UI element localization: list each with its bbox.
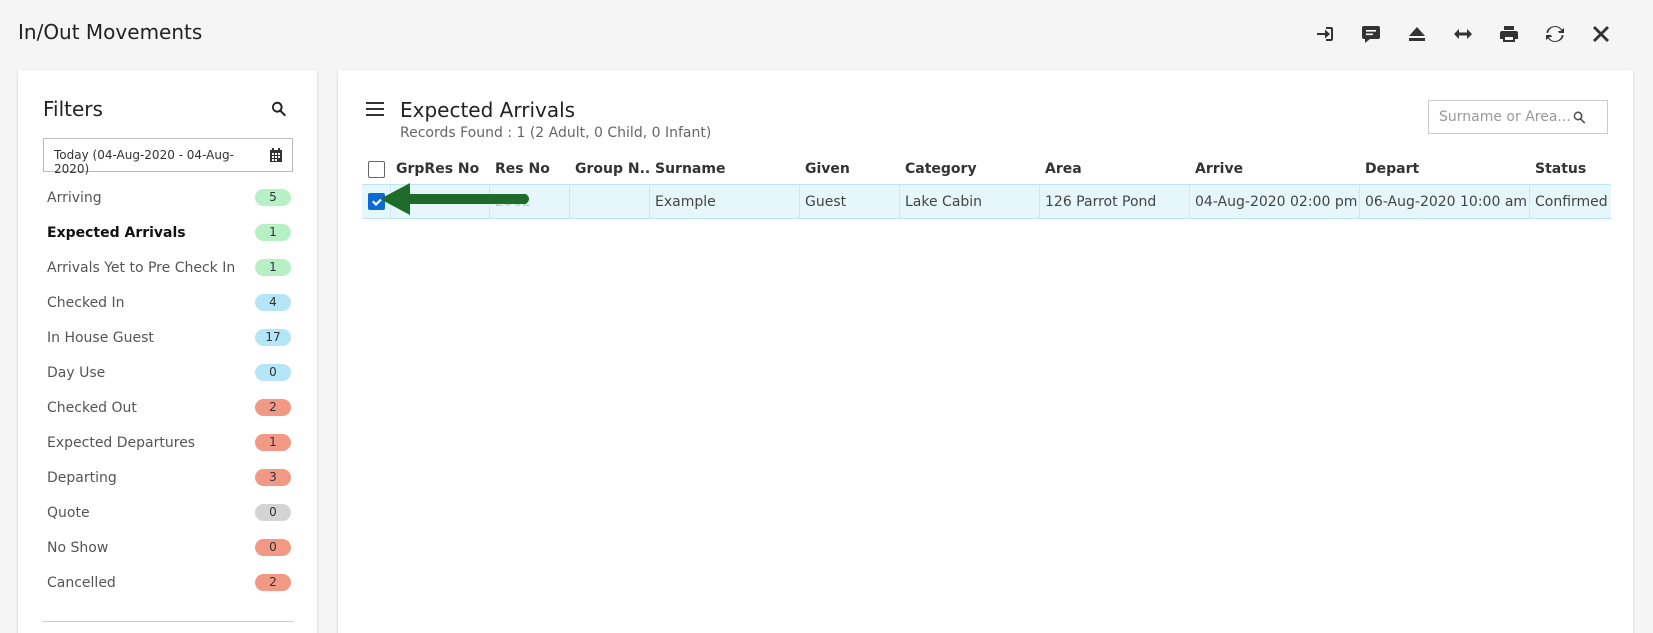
- filter-label: In House Guest: [47, 329, 154, 346]
- filter-item-departing[interactable]: Departing 3: [43, 460, 293, 495]
- filter-item-checked-out[interactable]: Checked Out 2: [43, 390, 293, 425]
- reservations-grid: GrpRes No Res No Group N... Surname Give…: [362, 154, 1611, 219]
- count-badge: 0: [255, 504, 291, 521]
- calendar-icon: [269, 147, 283, 163]
- column-header-res-no[interactable]: Res No: [490, 154, 570, 184]
- column-header-given[interactable]: Given: [800, 154, 900, 184]
- cell-arrive: 04-Aug-2020 02:00 pm: [1190, 185, 1360, 218]
- count-badge: 0: [255, 364, 291, 381]
- main-panel: Expected Arrivals Records Found : 1 (2 A…: [338, 70, 1633, 633]
- filter-label: No Show: [47, 539, 109, 556]
- date-range-picker[interactable]: Today (04-Aug-2020 - 04-Aug-2020): [43, 138, 293, 176]
- filter-item-expected-departures[interactable]: Expected Departures 1: [43, 425, 293, 460]
- filter-label: Arrivals Yet to Pre Check In: [47, 259, 236, 276]
- count-badge: 3: [255, 469, 291, 486]
- select-all-cell: [362, 154, 391, 184]
- filters-panel: Filters Today (04-Aug-2020 - 04-Aug-2020…: [18, 70, 317, 633]
- records-found: Records Found : 1 (2 Adult, 0 Child, 0 I…: [400, 125, 712, 141]
- sign-in-icon[interactable]: [1313, 22, 1337, 46]
- page-title: In/Out Movements: [18, 20, 203, 44]
- count-badge: 0: [255, 539, 291, 556]
- cell-category: Lake Cabin: [900, 185, 1040, 218]
- filter-item-quote[interactable]: Quote 0: [43, 495, 293, 530]
- filter-item-cancelled[interactable]: Cancelled 2: [43, 565, 293, 600]
- count-badge: 2: [255, 399, 291, 416]
- filter-list: Arriving 5 Expected Arrivals 1 Arrivals …: [43, 180, 293, 600]
- filter-item-expected-arrivals[interactable]: Expected Arrivals 1: [43, 215, 293, 250]
- filters-title: Filters: [43, 97, 103, 121]
- select-all-checkbox[interactable]: [368, 160, 385, 178]
- filter-item-no-show[interactable]: No Show 0: [43, 530, 293, 565]
- eject-icon[interactable]: [1405, 22, 1429, 46]
- search-icon[interactable]: [270, 100, 290, 120]
- menu-icon[interactable]: [366, 102, 384, 118]
- filter-label: Checked Out: [47, 399, 137, 416]
- toolbar: [1313, 22, 1613, 46]
- filter-label: Quote: [47, 504, 90, 521]
- cell-depart: 06-Aug-2020 10:00 am: [1360, 185, 1530, 218]
- count-badge: 1: [255, 259, 291, 276]
- filter-label: Departing: [47, 469, 117, 486]
- count-badge: 1: [255, 434, 291, 451]
- count-badge: 2: [255, 574, 291, 591]
- column-header-depart[interactable]: Depart: [1360, 154, 1530, 184]
- table-row[interactable]: 0 2062 Example Guest Lake Cabin 126 Parr…: [362, 184, 1611, 219]
- filter-item-arriving[interactable]: Arriving 5: [43, 180, 293, 215]
- filter-item-arrivals-yet-to-pre-check-in[interactable]: Arrivals Yet to Pre Check In 1: [43, 250, 293, 285]
- count-badge: 1: [255, 224, 291, 241]
- filter-label: Arriving: [47, 189, 102, 206]
- column-header-group-name[interactable]: Group N...: [570, 154, 650, 184]
- cell-res-no: 2062: [490, 185, 570, 218]
- count-badge: 4: [255, 294, 291, 311]
- filter-label: Cancelled: [47, 574, 116, 591]
- column-header-area[interactable]: Area: [1040, 154, 1190, 184]
- count-badge: 5: [255, 189, 291, 206]
- print-icon[interactable]: [1497, 22, 1521, 46]
- refresh-icon[interactable]: [1543, 22, 1567, 46]
- filter-label: Expected Arrivals: [47, 224, 186, 241]
- column-header-grpres-no[interactable]: GrpRes No: [391, 154, 490, 184]
- main-title: Expected Arrivals: [400, 98, 576, 122]
- divider: [43, 621, 293, 622]
- cell-given: Guest: [800, 185, 900, 218]
- cell-group-name: [570, 185, 650, 218]
- cell-status: Confirmed: [1535, 193, 1608, 210]
- filter-item-checked-in[interactable]: Checked In 4: [43, 285, 293, 320]
- cell-area: 126 Parrot Pond: [1040, 185, 1190, 218]
- comment-icon[interactable]: [1359, 22, 1383, 46]
- cell-grpres-no: 0: [391, 185, 490, 218]
- row-checkbox[interactable]: [368, 193, 385, 210]
- arrows-h-icon[interactable]: [1451, 22, 1475, 46]
- search-box: [1428, 100, 1608, 134]
- date-range-value: Today (04-Aug-2020 - 04-Aug-2020): [54, 148, 234, 176]
- column-header-status[interactable]: Status: [1530, 154, 1611, 184]
- search-icon[interactable]: [1572, 110, 1587, 125]
- cell-surname: Example: [650, 185, 800, 218]
- count-badge: 17: [255, 329, 291, 346]
- filter-item-in-house-guest[interactable]: In House Guest 17: [43, 320, 293, 355]
- check-icon: [371, 198, 382, 206]
- row-select-cell: [362, 185, 391, 218]
- filter-item-day-use[interactable]: Day Use 0: [43, 355, 293, 390]
- grid-header: GrpRes No Res No Group N... Surname Give…: [362, 154, 1611, 184]
- search-input[interactable]: [1429, 101, 1574, 133]
- column-header-category[interactable]: Category: [900, 154, 1040, 184]
- close-icon[interactable]: [1589, 22, 1613, 46]
- column-header-arrive[interactable]: Arrive: [1190, 154, 1360, 184]
- filter-label: Day Use: [47, 364, 106, 381]
- filter-label: Expected Departures: [47, 434, 196, 451]
- filter-label: Checked In: [47, 294, 125, 311]
- column-header-surname[interactable]: Surname: [650, 154, 800, 184]
